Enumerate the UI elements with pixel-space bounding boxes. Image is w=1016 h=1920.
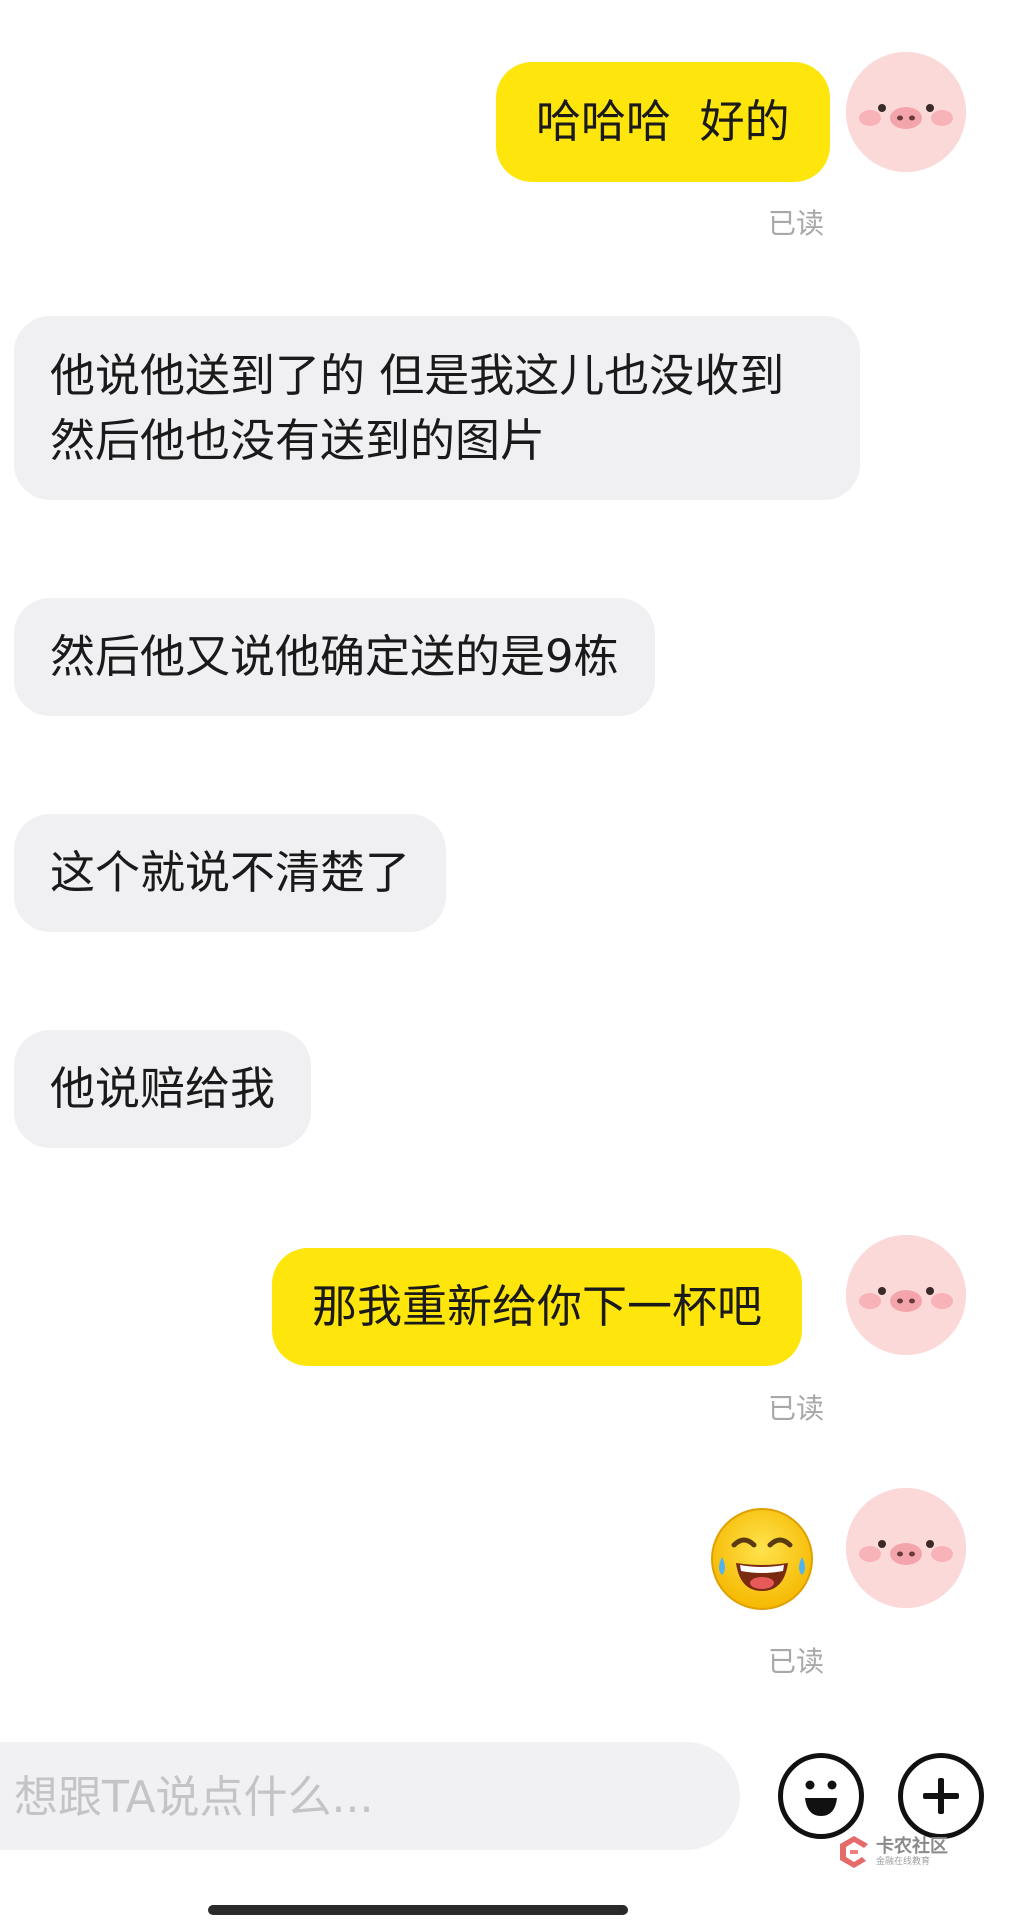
message-input-container: [0, 1742, 740, 1852]
message-text: 然后他又说他确定送的是9栋: [50, 630, 619, 683]
read-receipt: 已读: [767, 1645, 824, 1678]
message-bubble-other[interactable]: 他说赔给我: [14, 1030, 312, 1148]
message-bubble-mine[interactable]: 那我重新给你下一杯吧: [272, 1248, 803, 1366]
message-bubble-other[interactable]: 他说他送到了的 但是我这儿也没收到 然后他也没有送到的图片: [14, 316, 860, 500]
add-button[interactable]: [898, 1753, 984, 1839]
message-bubble-other[interactable]: 这个就说不清楚了: [14, 814, 447, 932]
message-emoji[interactable]: [708, 1505, 816, 1613]
home-indicator[interactable]: [208, 1905, 628, 1915]
avatar[interactable]: [846, 52, 966, 172]
pig-avatar-icon: [846, 1235, 966, 1355]
pig-avatar-icon: [846, 1488, 966, 1608]
watermark-subtitle: 金融在线教育: [876, 1857, 931, 1867]
message-text: 那我重新给你下一杯吧: [312, 1280, 763, 1333]
message-text: 哈哈哈 好的: [536, 95, 790, 148]
watermark: 卡农社区 金融在线教育: [836, 1832, 986, 1872]
read-receipt: 已读: [767, 207, 824, 240]
pig-avatar-icon: [846, 52, 966, 172]
message-text: 他说他送到了的 但是我这儿也没收到 然后他也没有送到的图片: [50, 349, 785, 467]
smile-icon: [805, 1780, 837, 1816]
avatar[interactable]: [846, 1488, 966, 1608]
message-text: 这个就说不清楚了: [50, 846, 411, 899]
read-receipt: 已读: [767, 1392, 824, 1425]
message-bubble-mine[interactable]: 哈哈哈 好的: [496, 62, 830, 182]
watermark-logo-icon: [840, 1836, 868, 1868]
plus-icon: [923, 1778, 959, 1814]
message-input[interactable]: [12, 1742, 716, 1852]
emoji-button[interactable]: [778, 1753, 864, 1839]
tears-of-joy-emoji-icon: [711, 1508, 813, 1610]
message-text: 他说赔给我: [50, 1062, 276, 1115]
message-bubble-other[interactable]: 然后他又说他确定送的是9栋: [14, 598, 655, 716]
avatar[interactable]: [846, 1235, 966, 1355]
